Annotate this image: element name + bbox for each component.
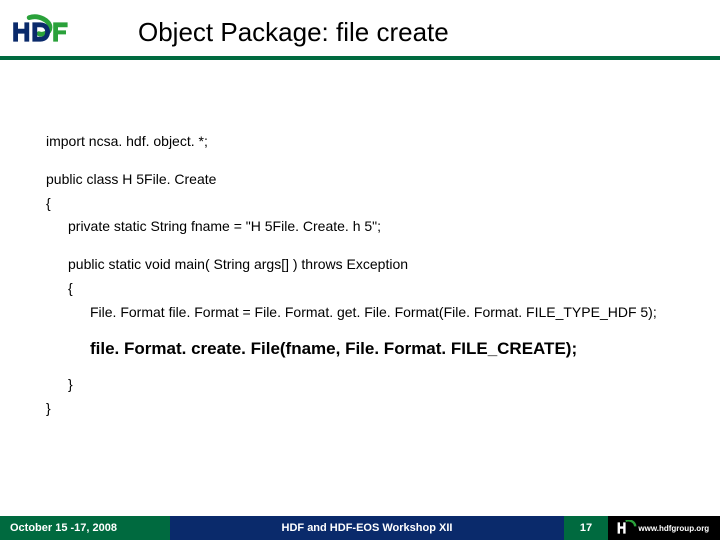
code-open-brace: { — [46, 192, 680, 216]
code-class-close: } — [46, 397, 680, 421]
hdfgroup-logo-icon: www.hdfgroup.org — [616, 520, 712, 536]
footer-date: October 15 -17, 2008 — [0, 516, 170, 540]
code-fileformat: File. Format file. Format = File. Format… — [46, 301, 680, 325]
slide-title: Object Package: file create — [138, 17, 449, 48]
footer-page-number: 17 — [564, 516, 608, 540]
code-main-decl: public static void main( String args[] )… — [46, 253, 680, 277]
code-field: private static String fname = "H 5File. … — [46, 215, 680, 239]
code-import: import ncsa. hdf. object. *; — [46, 130, 680, 154]
footer-org: www.hdfgroup.org — [608, 516, 720, 540]
slide-footer: October 15 -17, 2008 HDF and HDF-EOS Wor… — [0, 516, 720, 540]
code-main-open: { — [46, 277, 680, 301]
svg-text:www.hdfgroup.org: www.hdfgroup.org — [637, 524, 709, 533]
code-class-decl: public class H 5File. Create — [46, 168, 680, 192]
slide-header: Object Package: file create — [0, 0, 720, 56]
footer-workshop: HDF and HDF-EOS Workshop XII — [170, 516, 564, 540]
code-create-call: file. Format. create. File(fname, File. … — [46, 335, 680, 364]
hdf-logo-icon — [10, 14, 82, 50]
code-main-close: } — [46, 373, 680, 397]
code-block: import ncsa. hdf. object. *; public clas… — [0, 60, 720, 421]
